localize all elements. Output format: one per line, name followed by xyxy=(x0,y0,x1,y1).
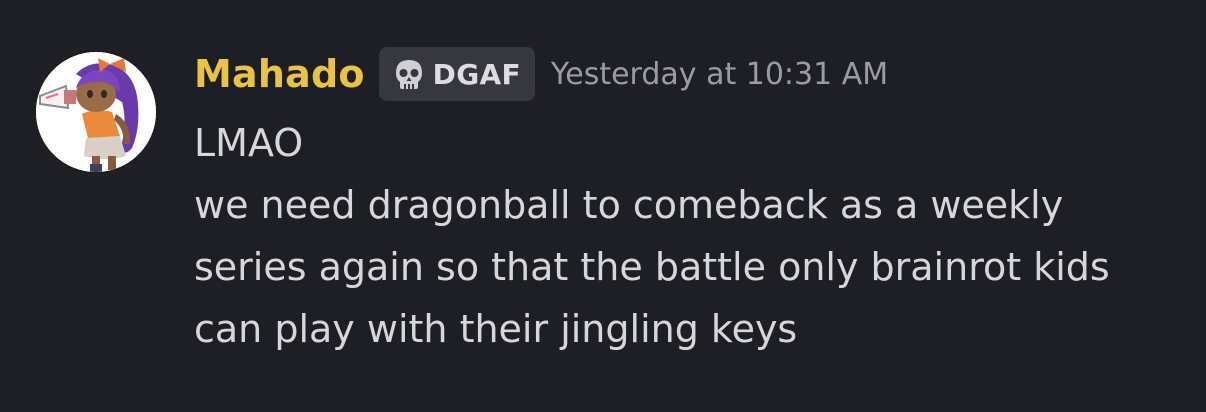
message-line: series again so that the battle only bra… xyxy=(194,245,1110,289)
chat-message: Mahado DGAF Yesterday at 10:31 AM LMAO w… xyxy=(0,0,1206,412)
username[interactable]: Mahado xyxy=(194,52,365,96)
message-line: LMAO xyxy=(194,121,304,165)
message-line: can play with their jingling keys xyxy=(194,307,798,351)
message-content: LMAO we need dragonball to comeback as a… xyxy=(194,112,1194,360)
message-line: we need dragonball to comeback as a week… xyxy=(194,183,1064,227)
role-tag[interactable]: DGAF xyxy=(378,47,535,101)
message-header: Mahado DGAF Yesterday at 10:31 AM xyxy=(194,46,888,102)
skull-icon xyxy=(391,56,427,92)
user-avatar[interactable] xyxy=(36,52,156,172)
role-tag-label: DGAF xyxy=(432,57,521,91)
anime-girl-avatar-icon xyxy=(36,52,156,172)
message-timestamp[interactable]: Yesterday at 10:31 AM xyxy=(551,57,888,92)
